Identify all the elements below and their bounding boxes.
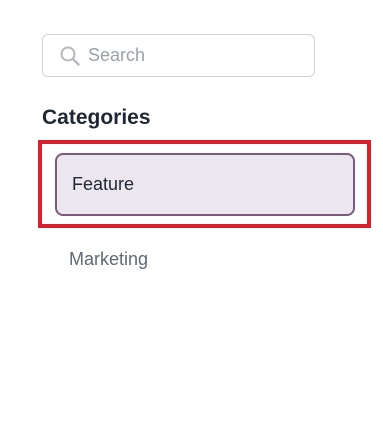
search-icon [60, 46, 80, 66]
category-filter-panel: Categories Feature Marketing [0, 0, 383, 432]
category-item-feature[interactable]: Feature [55, 153, 355, 216]
search-box[interactable] [42, 34, 315, 77]
search-input[interactable] [88, 45, 298, 66]
category-item-label: Feature [72, 174, 135, 194]
category-item-label: Marketing [69, 248, 149, 269]
category-item-marketing[interactable]: Marketing [55, 240, 355, 278]
categories-heading: Categories [42, 106, 151, 129]
